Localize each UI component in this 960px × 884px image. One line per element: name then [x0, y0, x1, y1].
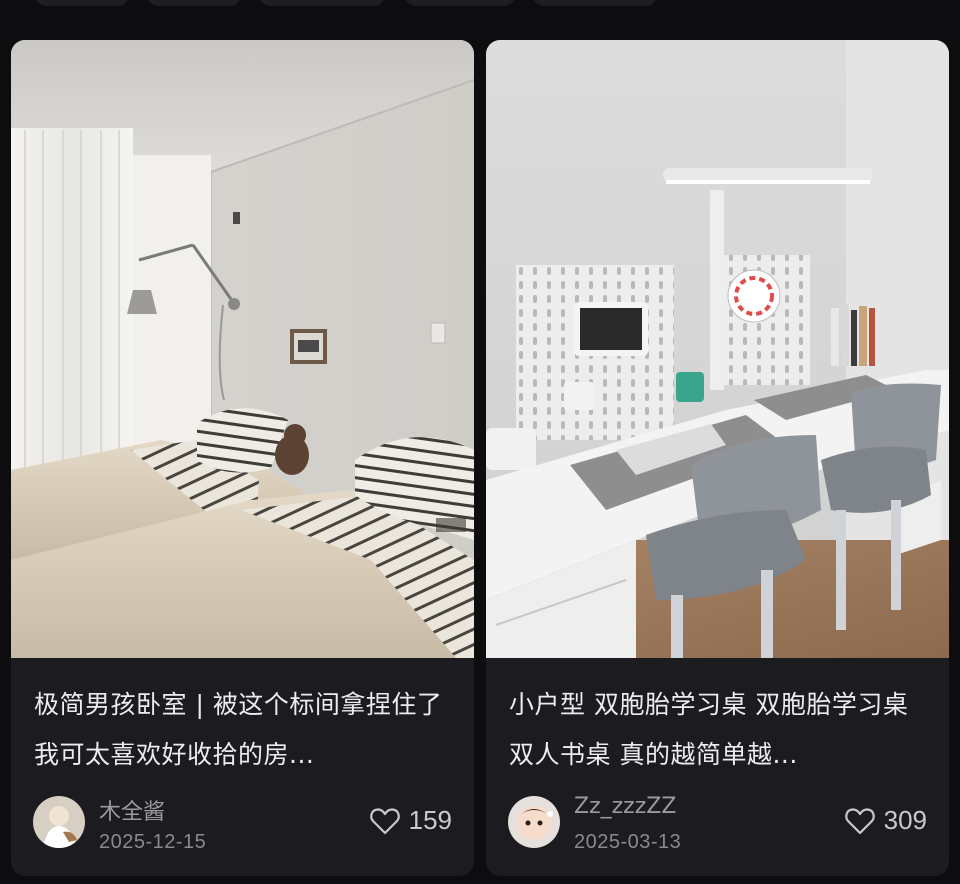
- filter-chip[interactable]: [532, 0, 658, 6]
- feed-card[interactable]: 小户型 双胞胎学习桌 双胞胎学习桌 双人书桌 真的越简单越... Zz_zzzZ…: [486, 40, 949, 876]
- filter-chip[interactable]: [404, 0, 516, 6]
- filter-chip[interactable]: [146, 0, 242, 6]
- post-date: 2025-12-15: [99, 831, 207, 853]
- filter-chip[interactable]: [34, 0, 130, 6]
- heart-outline-icon: [844, 807, 875, 834]
- card-cover-image[interactable]: [11, 40, 474, 658]
- bedroom-photo: [11, 40, 474, 658]
- post-date: 2025-03-13: [574, 831, 682, 853]
- author-avatar[interactable]: [508, 796, 560, 848]
- like-count: 309: [883, 805, 927, 835]
- author-name[interactable]: Zz_zzzZZ: [574, 794, 676, 819]
- study-desk-photo: [486, 40, 949, 658]
- like-button[interactable]: 159: [369, 805, 452, 836]
- like-button[interactable]: 309: [844, 805, 927, 836]
- filter-chip-row: [0, 0, 960, 12]
- heart-outline-icon: [369, 807, 400, 834]
- feed-card[interactable]: 极简男孩卧室 | 被这个标间拿捏住了 我可太喜欢好收拾的房... 木全酱 202…: [11, 40, 474, 876]
- author-avatar[interactable]: [33, 796, 85, 848]
- card-cover-image[interactable]: [486, 40, 949, 658]
- like-count: 159: [408, 805, 452, 835]
- filter-chip[interactable]: [258, 0, 386, 6]
- card-title[interactable]: 小户型 双胞胎学习桌 双胞胎学习桌 双人书桌 真的越简单越...: [509, 680, 929, 780]
- author-name[interactable]: 木全酱: [99, 794, 165, 826]
- card-title[interactable]: 极简男孩卧室 | 被这个标间拿捏住了 我可太喜欢好收拾的房...: [34, 680, 454, 780]
